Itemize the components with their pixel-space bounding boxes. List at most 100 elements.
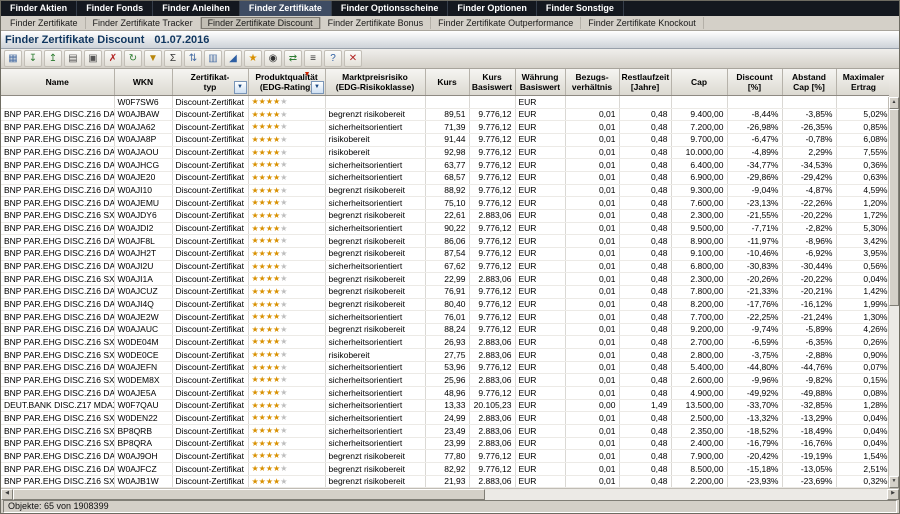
table-row[interactable]: BNP PAR.EHG DISC.Z16 DAXW0AJI10Discount-… — [1, 184, 891, 197]
menu-tab-finder-sonstige[interactable]: Finder Sonstige — [537, 1, 624, 16]
menu-tab-finder-optionsscheine[interactable]: Finder Optionsscheine — [332, 1, 449, 16]
column-header-bezugsverhaeltnis[interactable]: Bezugs- verhältnis — [565, 69, 619, 96]
table-row[interactable]: BNP PAR.EHG DISC.Z16 DAXW0AJE2WDiscount-… — [1, 311, 891, 324]
subtab-finder-zertifikate-bonus[interactable]: Finder Zertifikate Bonus — [321, 17, 432, 29]
search-icon[interactable]: ◉ — [264, 50, 282, 67]
columns-icon[interactable]: ▥ — [204, 50, 222, 67]
horizontal-scroll-thumb[interactable] — [13, 489, 485, 500]
column-header-waehrung-basiswert[interactable]: Währung Basiswert — [515, 69, 565, 96]
table-row[interactable]: DEUT.BANK DISC.Z17 MDAXW0F7QAUDiscount-Z… — [1, 399, 891, 412]
table-row[interactable]: W0F7SW6Discount-Zertifikat★★★★★EUR — [1, 96, 891, 109]
cell-wkn: W0F7QAU — [114, 399, 172, 412]
refresh-icon[interactable]: ↻ — [124, 50, 142, 67]
link-icon[interactable]: ⇄ — [284, 50, 302, 67]
close-icon[interactable]: ✕ — [344, 50, 362, 67]
subtab-finder-zertifikate-discount[interactable]: Finder Zertifikate Discount — [201, 17, 321, 29]
print-icon[interactable]: ▤ — [64, 50, 82, 67]
copy-icon[interactable]: ▣ — [84, 50, 102, 67]
column-header-restlaufzeit[interactable]: Restlaufzeit [Jahre] — [619, 69, 671, 96]
table-row[interactable]: BNP PAR.EHG DISC.Z16 DAXW0AJA8PDiscount-… — [1, 133, 891, 146]
table-row[interactable]: BNP PAR.EHG DISC.Z16 DAXW0AJAOUDiscount-… — [1, 146, 891, 159]
table-row[interactable]: BNP PAR.EHG DISC.Z16 DAXW0AJHCGDiscount-… — [1, 159, 891, 172]
column-header-cap[interactable]: Cap — [671, 69, 727, 96]
table-row[interactable]: BNP PAR.EHG DISC.Z16 DAXW0AJDI2Discount-… — [1, 222, 891, 235]
subtab-finder-zertifikate-tracker[interactable]: Finder Zertifikate Tracker — [86, 17, 201, 29]
favorite-star-icon[interactable]: ★ — [244, 50, 262, 67]
column-header-maximaler-ertrag[interactable]: Maximaler Ertrag — [836, 69, 891, 96]
table-row[interactable]: BNP PAR.EHG DISC.Z16 DAXW0AJI4QDiscount-… — [1, 298, 891, 311]
chart-icon[interactable]: ◢ — [224, 50, 242, 67]
sum-icon[interactable]: Σ — [164, 50, 182, 67]
cell-maximaler-ertrag: 4,59% — [836, 184, 891, 197]
column-header-produktqualitaet[interactable]: Produktqualität (EDG-Rating)▼▼ — [248, 69, 325, 96]
horizontal-scrollbar[interactable]: ◀ ▶ — [1, 488, 899, 500]
menu-tab-finder-anleihen[interactable]: Finder Anleihen — [153, 1, 240, 16]
vertical-scrollbar[interactable]: ▲ ▼ — [888, 97, 899, 488]
column-header-wkn[interactable]: WKN — [114, 69, 172, 96]
table-row[interactable]: BNP PAR.EHG DISC.Z16 SX5EBP8QRBDiscount-… — [1, 425, 891, 438]
cell-kurs: 82,92 — [425, 463, 469, 476]
table-row[interactable]: BNP PAR.EHG DISC.Z16 DAXW0AJ9OHDiscount-… — [1, 450, 891, 463]
delete-row-icon[interactable]: ✗ — [104, 50, 122, 67]
table-row[interactable]: BNP PAR.EHG DISC.Z16 DAXW0AJCUZDiscount-… — [1, 285, 891, 298]
export-icon[interactable]: ↧ — [24, 50, 42, 67]
import-icon[interactable]: ↥ — [44, 50, 62, 67]
table-view-icon[interactable]: ▦ — [4, 50, 22, 67]
table-row[interactable]: BNP PAR.EHG DISC.Z16 SX5EW0AJI1ADiscount… — [1, 273, 891, 286]
cell-marktpreisrisiko: begrenzt risikobereit — [325, 450, 425, 463]
menu-tab-finder-fonds[interactable]: Finder Fonds — [77, 1, 153, 16]
table-row[interactable]: BNP PAR.EHG DISC.Z16 DAXW0AJA62Discount-… — [1, 121, 891, 134]
column-header-discount[interactable]: Discount [%] — [727, 69, 782, 96]
table-row[interactable]: BNP PAR.EHG DISC.Z16 DAXW0AJF8LDiscount-… — [1, 235, 891, 248]
table-row[interactable]: BNP PAR.EHG DISC.Z16 SX5EW0DE04MDiscount… — [1, 336, 891, 349]
subtab-finder-zertifikate-knockout[interactable]: Finder Zertifikate Knockout — [581, 17, 704, 29]
table-row[interactable]: BNP PAR.EHG DISC.Z16 SX5EW0DEM8XDiscount… — [1, 374, 891, 387]
cell-produktqualitaet: ★★★★★ — [248, 475, 325, 488]
column-header-kurs-basiswert[interactable]: Kurs Basiswert — [469, 69, 515, 96]
table-row[interactable]: BNP PAR.EHG DISC.Z16 DAXW0AJAUCDiscount-… — [1, 323, 891, 336]
menu-tab-finder-aktien[interactable]: Finder Aktien — [1, 1, 77, 16]
menu-tab-finder-zertifikate[interactable]: Finder Zertifikate — [240, 1, 332, 16]
table-row[interactable]: BNP PAR.EHG DISC.Z16 DAXW0AJH2TDiscount-… — [1, 247, 891, 260]
scroll-down-button[interactable]: ▼ — [889, 476, 899, 488]
settings-icon[interactable]: ≡ — [304, 50, 322, 67]
table-row[interactable]: BNP PAR.EHG DISC.Z16 DAXW0AJFCZDiscount-… — [1, 463, 891, 476]
subtab-finder-zertifikate[interactable]: Finder Zertifikate — [3, 17, 86, 29]
table-row[interactable]: BNP PAR.EHG DISC.Z16 DAXW0AJEFNDiscount-… — [1, 361, 891, 374]
column-header-zertifikat-typ[interactable]: Zertifikat- typ▼ — [172, 69, 248, 96]
table-row[interactable]: BNP PAR.EHG DISC.Z16 DAXW0AJE5ADiscount-… — [1, 387, 891, 400]
column-header-name[interactable]: Name — [1, 69, 114, 96]
table-row[interactable]: BNP PAR.EHG DISC.Z16 SX5EW0AJDY6Discount… — [1, 209, 891, 222]
column-header-marktpreisrisiko[interactable]: Marktpreisrisiko (EDG-Risikoklasse) — [325, 69, 425, 96]
vertical-scroll-thumb[interactable] — [889, 109, 899, 306]
filter-dropdown-button-produktqualitaet[interactable]: ▼ — [311, 81, 324, 94]
vertical-scroll-track[interactable] — [889, 306, 899, 476]
rating-stars-filled: ★★★★ — [252, 135, 281, 144]
table-row[interactable]: BNP PAR.EHG DISC.Z16 SX5EBP8QRADiscount-… — [1, 437, 891, 450]
column-header-abstand-cap[interactable]: Abstand Cap [%] — [782, 69, 836, 96]
cell-zertifikat-typ: Discount-Zertifikat — [172, 184, 248, 197]
horizontal-scroll-track[interactable] — [485, 489, 887, 500]
help-icon[interactable]: ? — [324, 50, 342, 67]
cell-abstand-cap: -16,76% — [782, 437, 836, 450]
sort-icon[interactable]: ⇅ — [184, 50, 202, 67]
filter-icon[interactable]: ▼ — [144, 50, 162, 67]
table-row[interactable]: BNP PAR.EHG DISC.Z16 SX5EW0AJB1WDiscount… — [1, 475, 891, 488]
table-row[interactable]: BNP PAR.EHG DISC.Z16 DAXW0AJBAWDiscount-… — [1, 108, 891, 121]
column-header-kurs[interactable]: Kurs — [425, 69, 469, 96]
subtab-finder-zertifikate-outperformance[interactable]: Finder Zertifikate Outperformance — [431, 17, 581, 29]
filter-dropdown-button-zertifikat-typ[interactable]: ▼ — [234, 81, 247, 94]
table-row[interactable]: BNP PAR.EHG DISC.Z16 SX5EW0DE0CEDiscount… — [1, 349, 891, 362]
cell-maximaler-ertrag: 1,72% — [836, 209, 891, 222]
scroll-left-button[interactable]: ◀ — [1, 489, 13, 500]
scroll-up-button[interactable]: ▲ — [889, 97, 899, 109]
table-row[interactable]: BNP PAR.EHG DISC.Z16 DAXW0AJEMUDiscount-… — [1, 197, 891, 210]
scroll-right-button[interactable]: ▶ — [887, 489, 899, 500]
column-label: Marktpreisrisiko (EDG-Risikoklasse) — [336, 72, 414, 92]
table-row[interactable]: BNP PAR.EHG DISC.Z16 SX5EW0DEN22Discount… — [1, 412, 891, 425]
table-row[interactable]: BNP PAR.EHG DISC.Z16 DAXW0AJE20Discount-… — [1, 171, 891, 184]
menu-tab-finder-optionen[interactable]: Finder Optionen — [448, 1, 537, 16]
cell-restlaufzeit: 0,48 — [619, 209, 671, 222]
cell-marktpreisrisiko: sicherheitsorientiert — [325, 260, 425, 273]
table-row[interactable]: BNP PAR.EHG DISC.Z16 DAXW0AJI2UDiscount-… — [1, 260, 891, 273]
